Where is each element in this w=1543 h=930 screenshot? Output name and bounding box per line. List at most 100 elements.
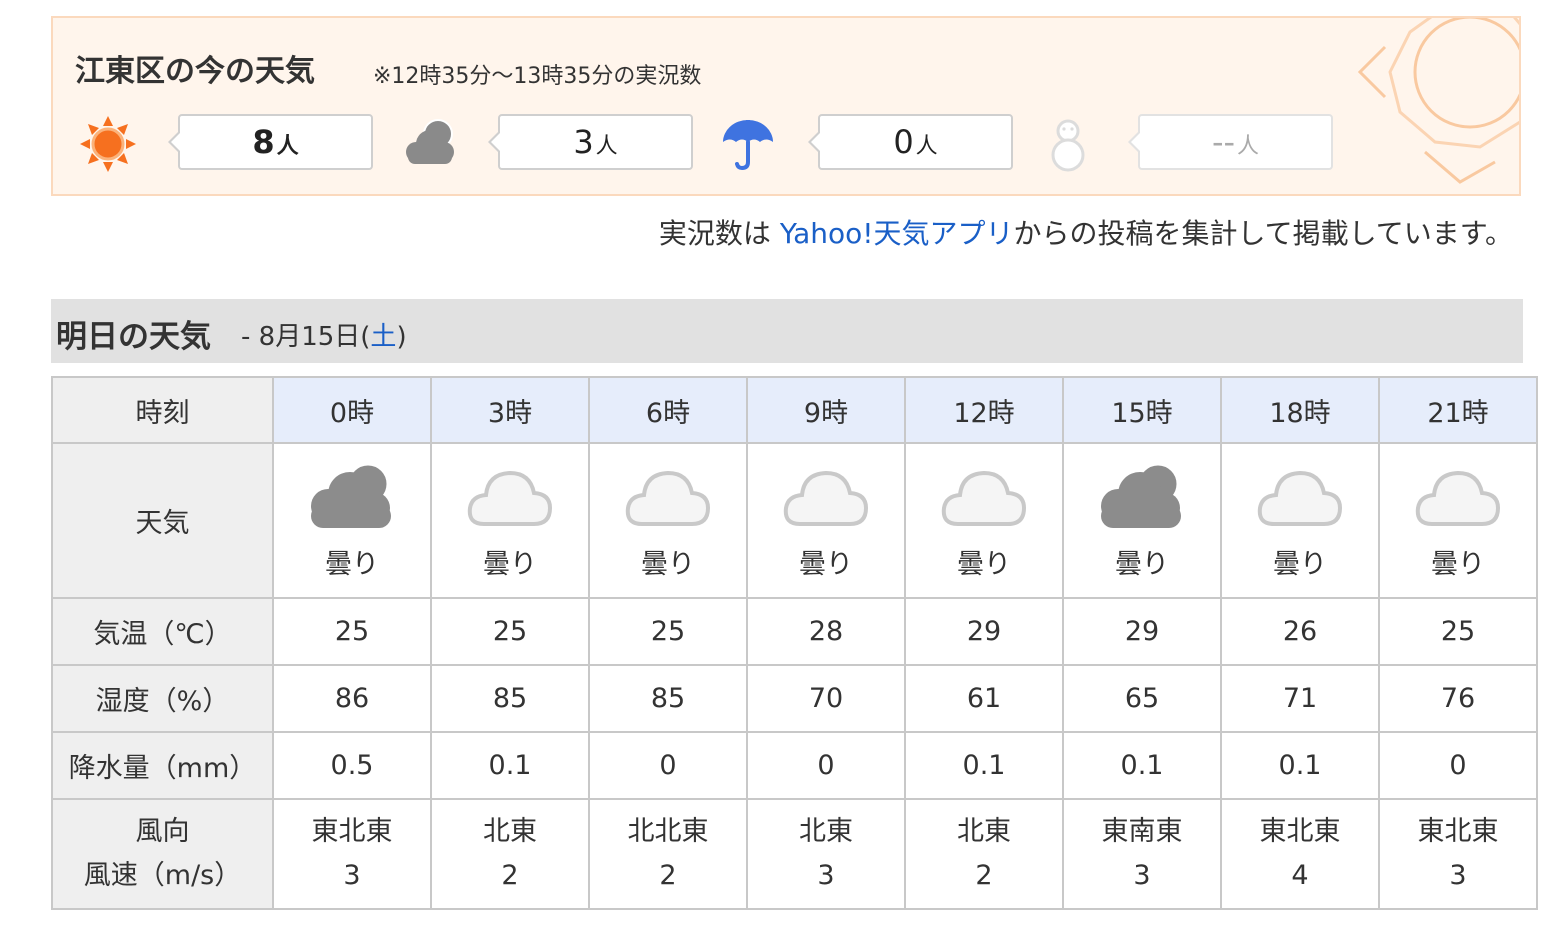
cloudy-icon [311, 462, 391, 528]
snow-count: -- [1211, 123, 1236, 161]
weather-cell: 曇り [272, 442, 432, 599]
cloudy-count-box: 3人 [488, 114, 693, 170]
source-note-suffix: からの投稿を集計して掲載しています。 [1013, 217, 1513, 250]
umbrella-icon [723, 120, 773, 171]
wind-header: 風向 風速（m/s） [51, 798, 274, 910]
weather-label: 曇り [641, 549, 695, 580]
temperature-value: 25 [1378, 597, 1538, 666]
wind-speed: 2 [975, 860, 993, 891]
sun-icon [80, 116, 136, 172]
source-note: 実況数は Yahoo!天気アプリからの投稿を集計して掲載しています。 [659, 212, 1513, 252]
precipitation-value: 0.1 [1220, 731, 1380, 800]
time-0: 0時 [272, 376, 432, 444]
wind-speed-header: 風速（m/s） [83, 860, 242, 891]
wind-speed: 2 [501, 860, 519, 891]
source-note-prefix: 実況数は [658, 217, 780, 250]
precipitation-value: 0 [1378, 731, 1538, 800]
precipitation-value: 0.1 [904, 731, 1064, 800]
sunny-count-box: 8人 [168, 114, 373, 170]
cloud-icon [406, 119, 454, 164]
humidity-value: 86 [272, 664, 432, 733]
precipitation-value: 0.1 [1062, 731, 1222, 800]
wind-speed: 4 [1291, 860, 1309, 891]
cloudy-icon [783, 470, 869, 526]
wind-speed: 3 [343, 860, 361, 891]
weather-cell: 曇り [1062, 442, 1222, 599]
wind-direction: 北東 [957, 816, 1011, 847]
forecast-table: 時刻 0時 3時 6時 9時 12時 15時 18時 21時 天気 曇り 曇り 曇り 曇り 曇り 曇り 曇… [51, 376, 1538, 910]
sun-decoration-icon [1357, 18, 1519, 184]
wind-direction: 東北東 [311, 816, 393, 847]
weather-label: 曇り [1273, 549, 1327, 580]
temperature-value: 28 [746, 597, 906, 666]
time-7: 21時 [1378, 376, 1538, 444]
temperature-value: 29 [904, 597, 1064, 666]
tomorrow-date-prefix: - 8月15日( [241, 322, 371, 352]
tomorrow-title: 明日の天気 [56, 319, 211, 355]
wind-cell: 北東 2 [430, 798, 590, 910]
current-weather-panel: 江東区の今の天気 ※12時35分～13時35分の実況数 8人 3人 0人 --人 [51, 16, 1521, 196]
precipitation-value: 0 [746, 731, 906, 800]
snow-count-box: --人 [1128, 114, 1333, 170]
humidity-value: 85 [430, 664, 590, 733]
cloudy-icon [625, 470, 711, 526]
time-header: 時刻 [51, 376, 274, 444]
humidity-value: 65 [1062, 664, 1222, 733]
weather-header: 天気 [51, 442, 274, 599]
wind-speed: 3 [1133, 860, 1151, 891]
temperature-value: 26 [1220, 597, 1380, 666]
time-row: 時刻 0時 3時 6時 9時 12時 15時 18時 21時 [51, 376, 1538, 444]
report-period-note: ※12時35分～13時35分の実況数 [373, 64, 702, 89]
temperature-value: 29 [1062, 597, 1222, 666]
humidity-header: 湿度（%） [51, 664, 274, 733]
weather-cell: 曇り [588, 442, 748, 599]
cloudy-count: 3 [573, 123, 594, 161]
snowman-icon [1051, 119, 1085, 172]
tomorrow-header: 明日の天気 - 8月15日(土) [51, 299, 1523, 363]
rain-count: 0 [893, 123, 914, 161]
wind-direction: 東北東 [1259, 816, 1341, 847]
time-2: 6時 [588, 376, 748, 444]
weather-cell: 曇り [1378, 442, 1538, 599]
tomorrow-day-of-week: 土 [370, 322, 397, 352]
weather-label: 曇り [957, 549, 1011, 580]
precipitation-row: 降水量（mm） 0.5 0.1 0 0 0.1 0.1 0.1 0 [51, 731, 1538, 800]
humidity-value: 76 [1378, 664, 1538, 733]
wind-direction: 東南東 [1101, 816, 1183, 847]
temperature-row: 気温（℃） 25 25 25 28 29 29 26 25 [51, 597, 1538, 666]
weather-label: 曇り [483, 549, 537, 580]
weather-cell: 曇り [430, 442, 590, 599]
wind-cell: 東北東 3 [1378, 798, 1538, 910]
humidity-row: 湿度（%） 86 85 85 70 61 65 71 76 [51, 664, 1538, 733]
wind-cell: 東北東 4 [1220, 798, 1380, 910]
precipitation-value: 0.1 [430, 731, 590, 800]
wind-cell: 北東 3 [746, 798, 906, 910]
temperature-value: 25 [272, 597, 432, 666]
cloudy-icon [1101, 462, 1181, 528]
precipitation-header: 降水量（mm） [51, 731, 274, 800]
snow-unit: 人 [1237, 134, 1260, 159]
cloudy-unit: 人 [595, 134, 618, 159]
wind-cell: 東北東 3 [272, 798, 432, 910]
yahoo-weather-app-link[interactable]: Yahoo!天気アプリ [780, 217, 1014, 250]
weather-cell: 曇り [746, 442, 906, 599]
wind-direction: 北東 [799, 816, 853, 847]
humidity-value: 61 [904, 664, 1064, 733]
current-weather-title: 江東区の今の天気 [75, 54, 315, 89]
wind-row: 風向 風速（m/s） 東北東 3 北東 2 北北東 2 北東 3 北東 2 東南東 3 東北東 4 東北東 3 [51, 798, 1538, 910]
tomorrow-date: - 8月15日(土) [241, 316, 407, 353]
cloudy-icon [467, 470, 553, 526]
wind-cell: 東南東 3 [1062, 798, 1222, 910]
rain-unit: 人 [915, 134, 938, 159]
weather-cell: 曇り [904, 442, 1064, 599]
wind-direction: 北北東 [627, 816, 709, 847]
weather-label: 曇り [325, 549, 379, 580]
precipitation-value: 0.5 [272, 731, 432, 800]
wind-cell: 北北東 2 [588, 798, 748, 910]
wind-cell: 北東 2 [904, 798, 1064, 910]
temperature-header: 気温（℃） [51, 597, 274, 666]
time-4: 12時 [904, 376, 1064, 444]
weather-cell: 曇り [1220, 442, 1380, 599]
time-3: 9時 [746, 376, 906, 444]
tomorrow-date-suffix: ) [396, 322, 407, 352]
